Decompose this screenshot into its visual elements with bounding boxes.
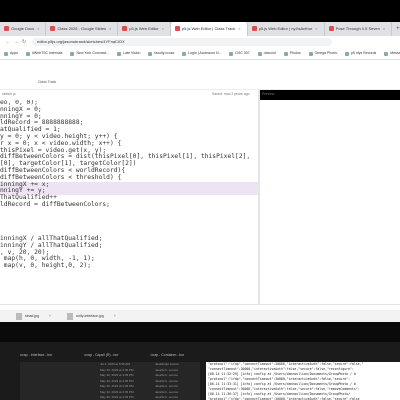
bookmark-item[interactable]: Login | Accleanor N... xyxy=(178,51,225,55)
terminal-tab[interactable]: ocap - Capsil (R)...bor xyxy=(64,350,130,360)
bookmark-item[interactable]: obscold xyxy=(254,51,280,55)
browser-tab[interactable]: p5.js Web Editor | Class Track × xyxy=(170,22,248,36)
file-name xyxy=(20,395,100,400)
browser-tab[interactable]: p5.js Web Editor | ny.ItsAnthor × xyxy=(248,22,325,36)
browser-tab-label: Class 2025 - Google Slides xyxy=(57,26,106,31)
download-item[interactable]: sinad.jpg ˄ xyxy=(16,312,51,320)
bookmark-item[interactable]: Late Vision xyxy=(113,51,144,55)
browser-tab[interactable]: Class 2025 - Google Slides × xyxy=(46,22,119,36)
code-editor[interactable]: eo, 0, 0); nningX = 0; nningY = 0; ldRecord… xyxy=(0,100,258,304)
browser-tab-label: p5.js Web Editor | Class Track xyxy=(181,26,236,31)
bookmark-item[interactable]: faculty.vcoss xyxy=(144,51,178,55)
code-line[interactable]: ldRecord = diffBetweenColors; xyxy=(0,201,258,209)
bookmark-item[interactable]: Omega Phoris xyxy=(305,51,341,55)
new-tab-button[interactable]: + xyxy=(392,22,400,36)
forward-icon[interactable]: → xyxy=(12,39,20,45)
close-tab-icon[interactable]: × xyxy=(383,26,385,31)
download-filename: unity-interface.jpg xyxy=(76,314,104,318)
bookmark-item[interactable]: DSC 307 xyxy=(225,51,253,55)
close-tab-icon[interactable]: × xyxy=(162,26,164,31)
file-kind: JavaScri...source xyxy=(155,395,179,399)
code-line[interactable] xyxy=(0,209,258,216)
file-row[interactable]: May 30, 2023 at 2:45 PM JavaScri...source xyxy=(20,395,200,400)
download-filename: sinad.jpg xyxy=(25,314,40,318)
address-bar: ← → ↻ editor.p5js.org/jasonubrand/sketch… xyxy=(0,36,400,48)
favicon-icon xyxy=(122,26,128,32)
favicon-icon xyxy=(328,26,334,32)
terminal-tab[interactable]: ocap - Container...bor xyxy=(131,350,197,360)
editor-meta-bar: sketch.js Saved: now 2 years ago xyxy=(0,90,258,100)
bookmark-item[interactable]: #WebTSC Internals xyxy=(22,51,66,55)
image-file-icon xyxy=(67,312,74,320)
browser-tab[interactable]: Google Docs × xyxy=(0,22,47,36)
bookmark-item[interactable]: Apps xyxy=(0,51,22,55)
code-line[interactable] xyxy=(0,277,258,284)
code-line[interactable] xyxy=(0,284,258,291)
downloads-bar: sinad.jpg ˄ unity-interface.jpg ˄ xyxy=(0,310,400,322)
chevron-up-icon[interactable]: ˄ xyxy=(114,314,116,318)
code-line[interactable] xyxy=(0,270,258,277)
save-status: Saved: now 2 years ago xyxy=(212,92,250,96)
browser-tab-label: Pose Through 0.5 Seven xyxy=(335,26,380,31)
browser-tab-label: p5.js Web Editor xyxy=(129,26,159,31)
browser-tab[interactable]: Pose Through 0.5 Seven × xyxy=(325,22,393,36)
log-pane: "protocol":"ifdp","connectTimeout":30000… xyxy=(206,362,400,400)
project-name[interactable]: Class Track xyxy=(38,80,56,84)
download-item[interactable]: unity-interface.jpg ˄ xyxy=(67,312,116,320)
favicon-icon xyxy=(174,26,180,32)
back-icon[interactable]: ← xyxy=(4,39,12,45)
chevron-up-icon[interactable]: ˄ xyxy=(49,314,51,318)
browser-tab-label: Google Docs xyxy=(11,26,35,31)
browser-tab-strip: Google Docs × Class 2025 - Google Slides × p… xyxy=(0,22,400,36)
terminal-tab[interactable]: ocap - Interface...bor xyxy=(0,350,64,360)
code-line[interactable]: map(v, 0, height,0, 2); xyxy=(0,262,258,270)
reload-icon[interactable]: ↻ xyxy=(20,39,28,45)
preview-pane xyxy=(260,100,400,304)
terminal-tabs: ocap - Interface...bor ocap - Capsil (R).… xyxy=(0,350,200,360)
close-tab-icon[interactable]: × xyxy=(315,26,317,31)
file-date: May 30, 2023 at 2:45 PM xyxy=(100,395,134,399)
favicon-icon xyxy=(251,26,257,32)
bookmarks-bar: Apps #WebTSC Internals New York Coronavi..… xyxy=(0,48,400,60)
p5-editor-header: Class Track xyxy=(0,60,400,90)
url-input[interactable]: editor.p5js.org/jasonubrand/sketches/4YF… xyxy=(32,38,332,46)
browser-tab-label: p5.js Web Editor | ny.ItsAnthor xyxy=(258,26,313,31)
favicon-icon xyxy=(4,26,9,32)
bookmark-item[interactable]: p5 nfys Records xyxy=(341,51,380,55)
sketch-filename[interactable]: sketch.js xyxy=(2,92,16,96)
image-file-icon xyxy=(16,312,22,320)
close-tab-icon[interactable]: × xyxy=(109,26,111,31)
bookmark-item[interactable]: New York Coronavi... xyxy=(66,51,113,55)
preview-label: Preview xyxy=(262,92,275,96)
code-line[interactable] xyxy=(0,216,258,223)
favicon-icon xyxy=(50,26,56,32)
bookmark-item[interactable]: Messages for web xyxy=(380,51,400,55)
bookmark-item[interactable]: Photos xyxy=(280,51,305,55)
code-line[interactable] xyxy=(0,222,258,229)
desktop-gap xyxy=(0,322,400,342)
close-tab-icon[interactable]: × xyxy=(37,26,39,31)
file-list: Jul 4, 2023 at 6:59 AM JavaScript source M… xyxy=(20,362,200,400)
browser-tab[interactable]: p5.js Web Editor × xyxy=(118,22,171,36)
top-black-border xyxy=(0,0,400,22)
close-tab-icon[interactable]: × xyxy=(238,26,240,31)
